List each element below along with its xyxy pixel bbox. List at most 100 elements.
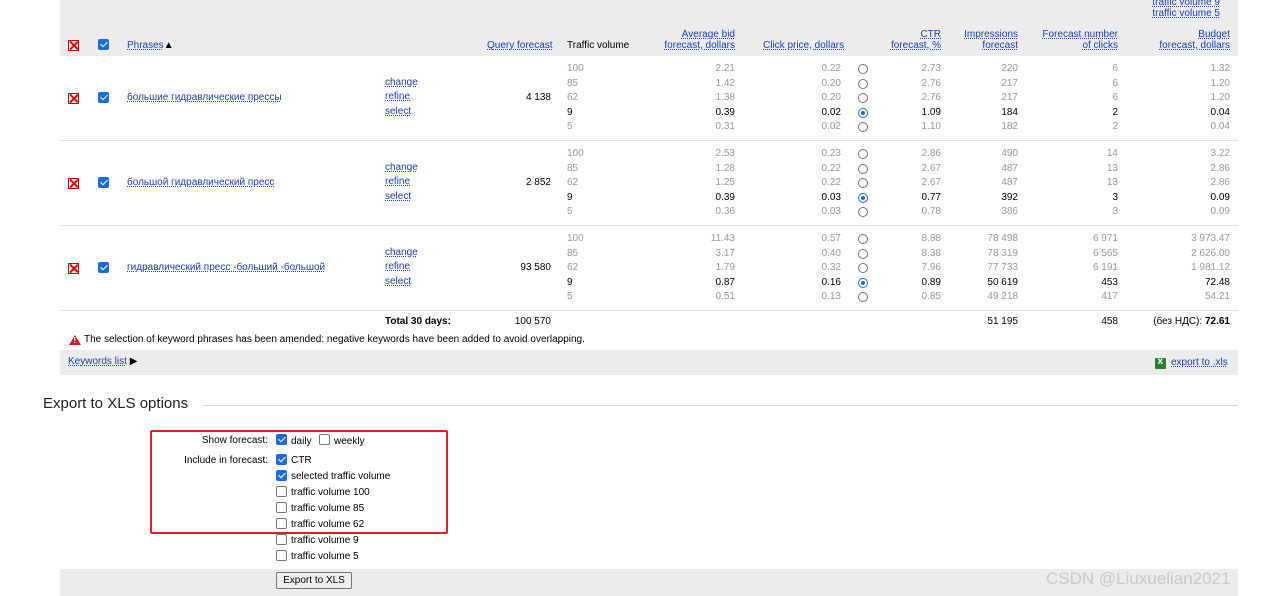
traffic-volume-radio[interactable] xyxy=(858,122,868,132)
phrase-link[interactable]: гидравлический пресс -больший -большой xyxy=(127,262,325,273)
impressions-value: 392 xyxy=(1001,191,1018,203)
totals-budget-value: 72.61 xyxy=(1204,316,1230,327)
click-price-value: 0.03 xyxy=(821,206,841,217)
phrase-link[interactable]: большие гидравлические прессы xyxy=(127,92,282,103)
export-xls-button[interactable]: Export to XLS xyxy=(276,572,352,589)
export-xls-link[interactable]: export to .xls xyxy=(1171,357,1228,368)
export-options-title: Export to XLS options xyxy=(43,395,189,412)
ctr-value: 1.10 xyxy=(921,121,941,132)
budget-value: 72.48 xyxy=(1204,276,1230,288)
traffic-volume-radio[interactable] xyxy=(858,64,868,74)
budget-value: 2 626.00 xyxy=(1191,247,1230,259)
select-link[interactable]: select xyxy=(385,106,411,117)
phrase-checkbox[interactable] xyxy=(98,177,109,188)
impressions-value: 50 619 xyxy=(987,276,1018,288)
click-price-value: 0.23 xyxy=(821,148,841,159)
row-divider xyxy=(60,225,1238,226)
avg-bid-value: 0.39 xyxy=(715,106,735,118)
change-link[interactable]: change xyxy=(385,162,418,173)
impressions-value: 49 218 xyxy=(987,291,1018,302)
refine-link[interactable]: refine xyxy=(385,91,410,102)
excel-icon xyxy=(1155,356,1166,369)
ctr-value: 2.67 xyxy=(921,162,941,174)
traffic-volume-value: 62 xyxy=(567,262,579,273)
budget-value: 1 981.12 xyxy=(1191,262,1230,273)
query-forecast-value: 2 852 xyxy=(525,177,551,188)
traffic-volume-radio[interactable] xyxy=(858,277,868,288)
remove-phrase-icon[interactable] xyxy=(68,93,79,104)
phrase-link[interactable]: большой гидравлический пресс xyxy=(127,177,274,188)
traffic-volume-value: 85 xyxy=(567,162,579,174)
totals-impressions: 51 195 xyxy=(987,316,1018,327)
traffic-volume-radio[interactable] xyxy=(858,149,868,159)
include-option-checkbox[interactable] xyxy=(276,534,287,545)
impressions-value: 487 xyxy=(1001,177,1018,188)
click-price-value: 0.02 xyxy=(821,121,841,132)
clicks-value: 6 xyxy=(1112,63,1118,74)
include-option-checkbox[interactable] xyxy=(276,550,287,561)
click-price-value: 0.20 xyxy=(821,77,841,89)
click-price-value: 0.16 xyxy=(821,276,841,288)
traffic-volume-radio[interactable] xyxy=(858,178,868,188)
traffic-volume-radio[interactable] xyxy=(858,248,868,259)
traffic-volume-value: 100 xyxy=(567,63,584,74)
traffic-volume-value: 85 xyxy=(567,247,579,259)
remove-phrase-icon[interactable] xyxy=(68,178,79,189)
refine-link[interactable]: refine xyxy=(385,261,410,272)
traffic-volume-radio[interactable] xyxy=(858,207,868,217)
traffic-volume-radio[interactable] xyxy=(858,163,868,174)
avg-bid-value: 1.38 xyxy=(715,92,735,103)
clicks-value: 6 xyxy=(1112,92,1118,103)
impressions-value: 220 xyxy=(1001,63,1018,74)
budget-value: 0.04 xyxy=(1210,106,1230,118)
click-price-value: 0.02 xyxy=(821,106,841,118)
traffic-volume-value: 62 xyxy=(567,177,579,188)
avg-bid-value: 0.39 xyxy=(715,191,735,203)
clicks-value: 2 xyxy=(1112,106,1118,118)
ctr-value: 2.86 xyxy=(921,148,941,159)
ctr-value: 2.76 xyxy=(921,77,941,89)
traffic-volume-radio[interactable] xyxy=(858,234,868,244)
traffic-volume-radio[interactable] xyxy=(858,107,868,118)
traffic-volume-radio[interactable] xyxy=(858,263,868,273)
traffic-volume-radio[interactable] xyxy=(858,292,868,302)
keywords-bar: Keywords list ▶ export to .xls xyxy=(60,350,1238,375)
traffic-volume-radio[interactable] xyxy=(858,192,868,203)
impressions-value: 77 733 xyxy=(987,262,1018,273)
keywords-list-toggle[interactable]: Keywords list ▶ xyxy=(68,356,137,367)
select-link[interactable]: select xyxy=(385,276,411,287)
ctr-value: 8.88 xyxy=(921,233,941,244)
avg-bid-value: 1.25 xyxy=(715,177,735,188)
traffic-volume-radio[interactable] xyxy=(858,93,868,103)
traffic-volume-value: 5 xyxy=(567,121,573,132)
budget-value: 3 973.47 xyxy=(1191,233,1230,244)
keywords-list-arrow-icon: ▶ xyxy=(129,356,138,367)
phrase-checkbox[interactable] xyxy=(98,262,109,273)
click-price-value: 0.03 xyxy=(821,191,841,203)
traffic-volume-value: 85 xyxy=(567,77,579,89)
ctr-value: 8.38 xyxy=(921,247,941,259)
clicks-value: 453 xyxy=(1101,276,1118,288)
budget-value: 3.22 xyxy=(1210,148,1230,159)
click-price-value: 0.22 xyxy=(821,63,841,74)
change-link[interactable]: change xyxy=(385,77,418,88)
warning-text: The selection of keyword phrases has bee… xyxy=(84,334,585,345)
refine-link[interactable]: refine xyxy=(385,176,410,187)
forecast-table: Phrases▲ Query forecast Traffic volume A… xyxy=(60,0,1238,375)
keywords-list-link[interactable]: Keywords list xyxy=(68,356,127,367)
phrase-checkbox[interactable] xyxy=(98,92,109,103)
impressions-value: 217 xyxy=(1001,92,1018,103)
click-price-value: 0.22 xyxy=(821,162,841,174)
traffic-volume-radio[interactable] xyxy=(858,78,868,89)
avg-bid-value: 1.28 xyxy=(715,162,735,174)
impressions-value: 490 xyxy=(1001,148,1018,159)
clicks-value: 6 565 xyxy=(1092,247,1118,259)
change-link[interactable]: change xyxy=(385,247,418,258)
budget-value: 1.32 xyxy=(1210,63,1230,74)
select-link[interactable]: select xyxy=(385,191,411,202)
highlight-box xyxy=(150,430,448,534)
watermark: CSDN @Liuxuelian2021 xyxy=(1046,569,1231,588)
budget-value: 0.04 xyxy=(1210,121,1230,132)
remove-phrase-icon[interactable] xyxy=(68,263,79,274)
clicks-value: 6 xyxy=(1112,77,1118,89)
